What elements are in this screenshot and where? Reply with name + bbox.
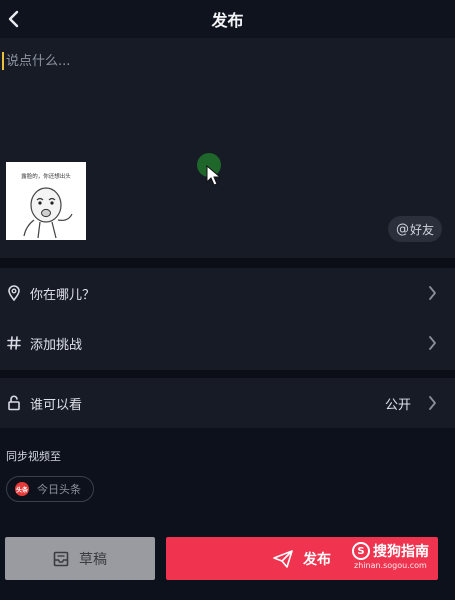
draft-box-icon [53,551,69,567]
challenge-row[interactable]: 添加挑战 [0,318,455,368]
location-pin-icon [6,285,22,301]
chevron-left-icon [8,10,19,28]
send-icon [273,549,293,568]
watermark-brand: 搜狗指南 [373,544,429,560]
sogou-watermark: S 搜狗指南 zhinan.sogou.com [352,541,429,570]
unlock-icon [6,395,22,411]
privacy-label: 谁可以看 [30,397,83,413]
video-thumbnail[interactable]: 露脸的，你还想出头 [6,162,86,240]
sync-platform-label: 今日头条 [37,483,81,496]
chevron-right-icon [429,336,436,350]
caption-input[interactable] [6,50,306,72]
at-icon: @ [395,221,409,237]
location-label: 你在哪儿？ [30,287,96,303]
publish-screen: 发布 露脸的，你还想出头 @ 好友 [0,0,455,600]
privacy-row[interactable]: 谁可以看 公开 [0,378,455,428]
publish-label: 发布 [303,551,331,568]
meme-face-image [23,187,73,239]
save-draft-button[interactable]: 草稿 [5,537,155,580]
mention-friend-label: 好友 [409,222,434,237]
privacy-value: 公开 [384,397,411,413]
back-button[interactable] [2,6,24,32]
header-bar: 发布 [0,0,455,38]
location-row[interactable]: 你在哪儿？ [0,268,455,318]
page-title: 发布 [211,11,244,30]
watermark-url: zhinan.sogou.com [354,561,427,570]
tags-section: 你在哪儿？ 添加挑战 [0,268,455,370]
chevron-right-icon [429,396,436,410]
toutiao-logo-icon: 头条 [15,482,29,496]
sync-title: 同步视频至 [6,450,61,463]
sync-toutiao-toggle[interactable]: 头条 今日头条 [6,476,94,502]
privacy-section: 谁可以看 公开 [0,378,455,428]
mouse-pointer-icon [206,165,222,186]
sogou-logo-icon: S [352,542,370,560]
hashtag-icon [6,335,22,351]
section-divider [0,370,455,378]
text-cursor [2,52,4,70]
mention-friend-button[interactable]: @ 好友 [387,216,442,242]
challenge-label: 添加挑战 [30,337,83,353]
compose-area: 露脸的，你还想出头 @ 好友 [0,38,455,258]
draft-label: 草稿 [79,551,107,568]
section-divider [0,258,455,268]
chevron-right-icon [429,286,436,300]
